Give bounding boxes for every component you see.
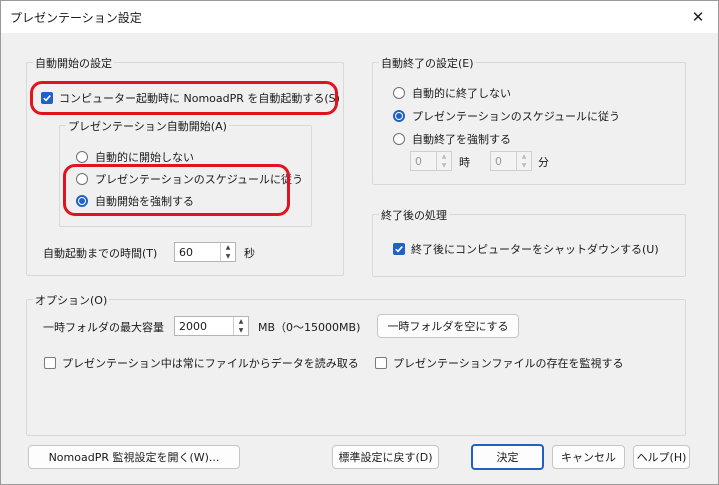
presentation-settings-dialog: プレゼンテーション設定 ✕ 自動開始の設定 コンピューター起動時に Nomoad…: [0, 0, 719, 485]
start-option-schedule-label: プレゼンテーションのスケジュールに従う: [95, 173, 304, 186]
cancel-button[interactable]: キャンセル: [552, 445, 625, 469]
temp-folder-label: 一時フォルダの最大容量: [43, 321, 164, 334]
auto-start-legend: 自動開始の設定: [33, 55, 114, 71]
end-option-force[interactable]: 自動終了を強制する: [393, 131, 511, 147]
start-option-force[interactable]: 自動開始を強制する: [76, 193, 194, 209]
restore-defaults-button[interactable]: 標準設定に戻す(D): [332, 445, 439, 469]
end-hour-unit: 時: [459, 156, 470, 169]
close-icon[interactable]: ✕: [686, 5, 710, 29]
end-option-none-label: 自動的に終了しない: [412, 87, 511, 100]
delay-label: 自動起動までの時間(T): [43, 247, 158, 260]
spin-up-icon[interactable]: ▲: [517, 152, 531, 161]
launch-on-startup-checkbox[interactable]: コンピューター起動時に NomoadPR を自動起動する(S): [41, 90, 340, 106]
radio-icon: [76, 173, 88, 185]
delay-unit: 秒: [244, 247, 255, 260]
end-minute-unit: 分: [538, 156, 549, 169]
end-minute-value: 0: [495, 155, 502, 168]
auto-end-legend: 自動終了の設定(E): [379, 55, 476, 71]
end-option-schedule-label: プレゼンテーションのスケジュールに従う: [412, 110, 621, 123]
temp-folder-size-value: 2000: [179, 320, 207, 333]
shutdown-checkbox[interactable]: 終了後にコンピューターをシャットダウンする(U): [393, 241, 659, 257]
spin-down-icon[interactable]: ▼: [517, 161, 531, 170]
temp-folder-size-spinbox[interactable]: 2000 ▲ ▼: [174, 316, 249, 336]
radio-icon: [393, 87, 405, 99]
monitor-file-checkbox[interactable]: プレゼンテーションファイルの存在を監視する: [375, 355, 623, 371]
window-title: プレゼンテーション設定: [10, 11, 142, 25]
check-icon: [41, 92, 53, 104]
spin-up-icon[interactable]: ▲: [234, 317, 248, 326]
monitor-file-label: プレゼンテーションファイルの存在を監視する: [393, 357, 624, 370]
after-end-legend: 終了後の処理: [379, 207, 449, 223]
checkbox-icon: [44, 357, 56, 369]
help-button[interactable]: ヘルプ(H): [633, 445, 690, 469]
start-option-schedule[interactable]: プレゼンテーションのスケジュールに従う: [76, 171, 303, 187]
end-option-schedule[interactable]: プレゼンテーションのスケジュールに従う: [393, 108, 620, 124]
end-hour-spinbox[interactable]: 0 ▲ ▼: [410, 151, 452, 171]
end-option-force-label: 自動終了を強制する: [412, 133, 511, 146]
spin-down-icon[interactable]: ▼: [221, 252, 235, 261]
read-data-label: プレゼンテーション中は常にファイルからデータを読み取る: [62, 357, 359, 370]
temp-folder-unit: MB（0〜15000MB): [258, 321, 361, 334]
delay-value: 60: [179, 246, 193, 259]
delay-spinbox[interactable]: 60 ▲ ▼: [174, 242, 236, 262]
check-icon: [393, 243, 405, 255]
spin-up-icon[interactable]: ▲: [437, 152, 451, 161]
start-option-force-label: 自動開始を強制する: [95, 195, 194, 208]
ok-button[interactable]: 決定: [471, 444, 544, 470]
radio-selected-icon: [76, 195, 88, 207]
end-option-none[interactable]: 自動的に終了しない: [393, 85, 511, 101]
radio-icon: [76, 151, 88, 163]
presentation-auto-start-legend: プレゼンテーション自動開始(A): [66, 118, 229, 134]
title-bar: プレゼンテーション設定 ✕: [1, 1, 718, 33]
checkbox-icon: [375, 357, 387, 369]
end-hour-value: 0: [415, 155, 422, 168]
end-minute-spinbox[interactable]: 0 ▲ ▼: [490, 151, 532, 171]
radio-selected-icon: [393, 110, 405, 122]
radio-icon: [393, 133, 405, 145]
read-data-checkbox[interactable]: プレゼンテーション中は常にファイルからデータを読み取る: [44, 355, 359, 371]
shutdown-label: 終了後にコンピューターをシャットダウンする(U): [411, 243, 659, 256]
spin-down-icon[interactable]: ▼: [437, 161, 451, 170]
launch-on-startup-label: コンピューター起動時に NomoadPR を自動起動する(S): [59, 92, 340, 105]
start-option-none[interactable]: 自動的に開始しない: [76, 149, 194, 165]
clear-temp-folder-button[interactable]: 一時フォルダを空にする: [377, 314, 519, 338]
spin-up-icon[interactable]: ▲: [221, 243, 235, 252]
spin-down-icon[interactable]: ▼: [234, 326, 248, 335]
open-monitor-settings-button[interactable]: NomoadPR 監視設定を開く(W)...: [28, 445, 240, 469]
options-legend: オプション(O): [33, 292, 110, 308]
start-option-none-label: 自動的に開始しない: [95, 151, 194, 164]
